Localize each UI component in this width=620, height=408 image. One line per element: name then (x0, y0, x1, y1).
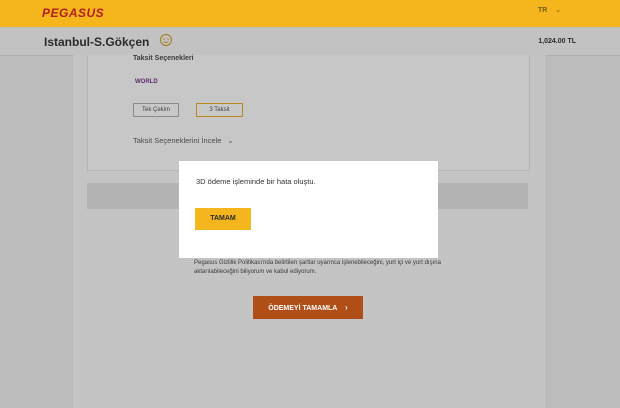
error-modal: 3D ödeme işleminde bir hata oluştu. TAMA… (179, 161, 438, 258)
complete-payment-label: ÖDEMEYİ TAMAMLA (268, 305, 338, 312)
option-3-installments[interactable]: 3 Taksit (196, 103, 243, 117)
installment-title: Taksit Seçenekleri (133, 55, 194, 62)
complete-payment-button[interactable]: ÖDEMEYİ TAMAMLA › (253, 296, 363, 319)
total-price: 1,024.00 TL (538, 38, 576, 45)
ok-button[interactable]: TAMAM (195, 208, 251, 230)
smile-icon (159, 33, 173, 47)
installment-details-link[interactable]: Taksit Seçeneklerini İncele ⌄ (133, 136, 233, 145)
language-label: TR (538, 7, 548, 14)
chevron-right-icon: › (345, 303, 348, 312)
chevron-down-icon: ⌄ (227, 138, 234, 145)
pegasus-logo[interactable]: PEGASUS (42, 6, 104, 20)
top-bar: PEGASUS TR ⌄ (0, 0, 620, 27)
installment-details-label: Taksit Seçeneklerini İncele (133, 136, 222, 145)
privacy-consent-text: Pegasus Gizlilik Politikası'nda belirtil… (194, 260, 441, 275)
chevron-down-icon: ⌄ (555, 7, 562, 14)
option-single-payment[interactable]: Tek Çekim (133, 103, 179, 117)
world-card-logo: WORLD (135, 79, 158, 85)
route-summary-bar: Istanbul-S.Gökçen 1,024.00 TL (0, 28, 620, 56)
language-selector[interactable]: TR ⌄ (538, 6, 561, 14)
route-title: Istanbul-S.Gökçen (44, 35, 150, 49)
error-message: 3D ödeme işleminde bir hata oluştu. (196, 177, 316, 186)
